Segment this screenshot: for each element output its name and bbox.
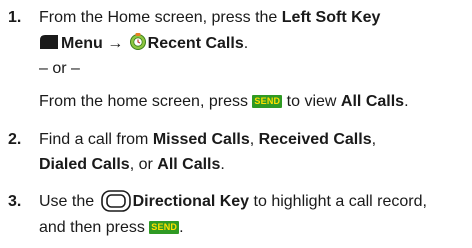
all-calls-label: All Calls — [340, 93, 405, 110]
step-2-or: , or — [129, 156, 158, 173]
left-soft-key-label: Left Soft Key — [281, 9, 381, 26]
send-key-icon: SEND — [252, 95, 283, 108]
period: . — [179, 219, 184, 236]
comma: , — [371, 131, 377, 148]
period: . — [404, 93, 409, 110]
comma: , — [249, 131, 259, 148]
arrow-separator: → — [102, 35, 128, 52]
step-2-line-2: Dialed Calls, or All Calls. — [39, 153, 225, 177]
recent-calls-label: Recent Calls — [147, 35, 244, 52]
directional-key-icon — [100, 190, 131, 212]
step-3-number: 3. — [8, 193, 22, 210]
recent-calls-icon — [129, 33, 146, 50]
missed-calls-label: Missed Calls — [152, 131, 250, 148]
step-1-alt-text: From the home screen, press — [39, 93, 253, 110]
step-3-line-2: and then press SEND. — [39, 216, 184, 240]
step-1-text: From the Home screen, press the — [39, 9, 282, 26]
step-3-text-2: and then press — [39, 219, 150, 236]
step-2-number: 2. — [8, 131, 22, 148]
step-3-text: Use the — [39, 193, 99, 210]
all-calls-label: All Calls — [157, 156, 221, 173]
step-1-alt-mid: to view — [282, 93, 341, 110]
step-2-text: Find a call from — [39, 131, 153, 148]
or-separator: – or – — [39, 60, 80, 77]
directional-key-label: Directional Key — [132, 193, 250, 210]
step-2-line-1: Find a call from Missed Calls, Received … — [39, 128, 376, 152]
menu-label: Menu — [61, 35, 103, 52]
period: . — [220, 156, 225, 173]
step-1-number: 1. — [8, 9, 22, 26]
dialed-calls-label: Dialed Calls — [39, 156, 130, 173]
step-1-line-4: From the home screen, press SEND to view… — [39, 90, 409, 114]
step-3-line-1: Use the Directional Key to highlight a c… — [39, 190, 427, 214]
period: . — [243, 35, 249, 52]
send-key-icon: SEND — [149, 221, 180, 234]
step-3-text-end: to highlight a call record, — [249, 193, 427, 210]
step-1-line-2: Menu → Recent Calls. — [39, 32, 248, 56]
step-1-line-1: From the Home screen, press the Left Sof… — [39, 6, 380, 30]
left-soft-key-icon — [40, 35, 58, 49]
received-calls-label: Received Calls — [258, 131, 372, 148]
